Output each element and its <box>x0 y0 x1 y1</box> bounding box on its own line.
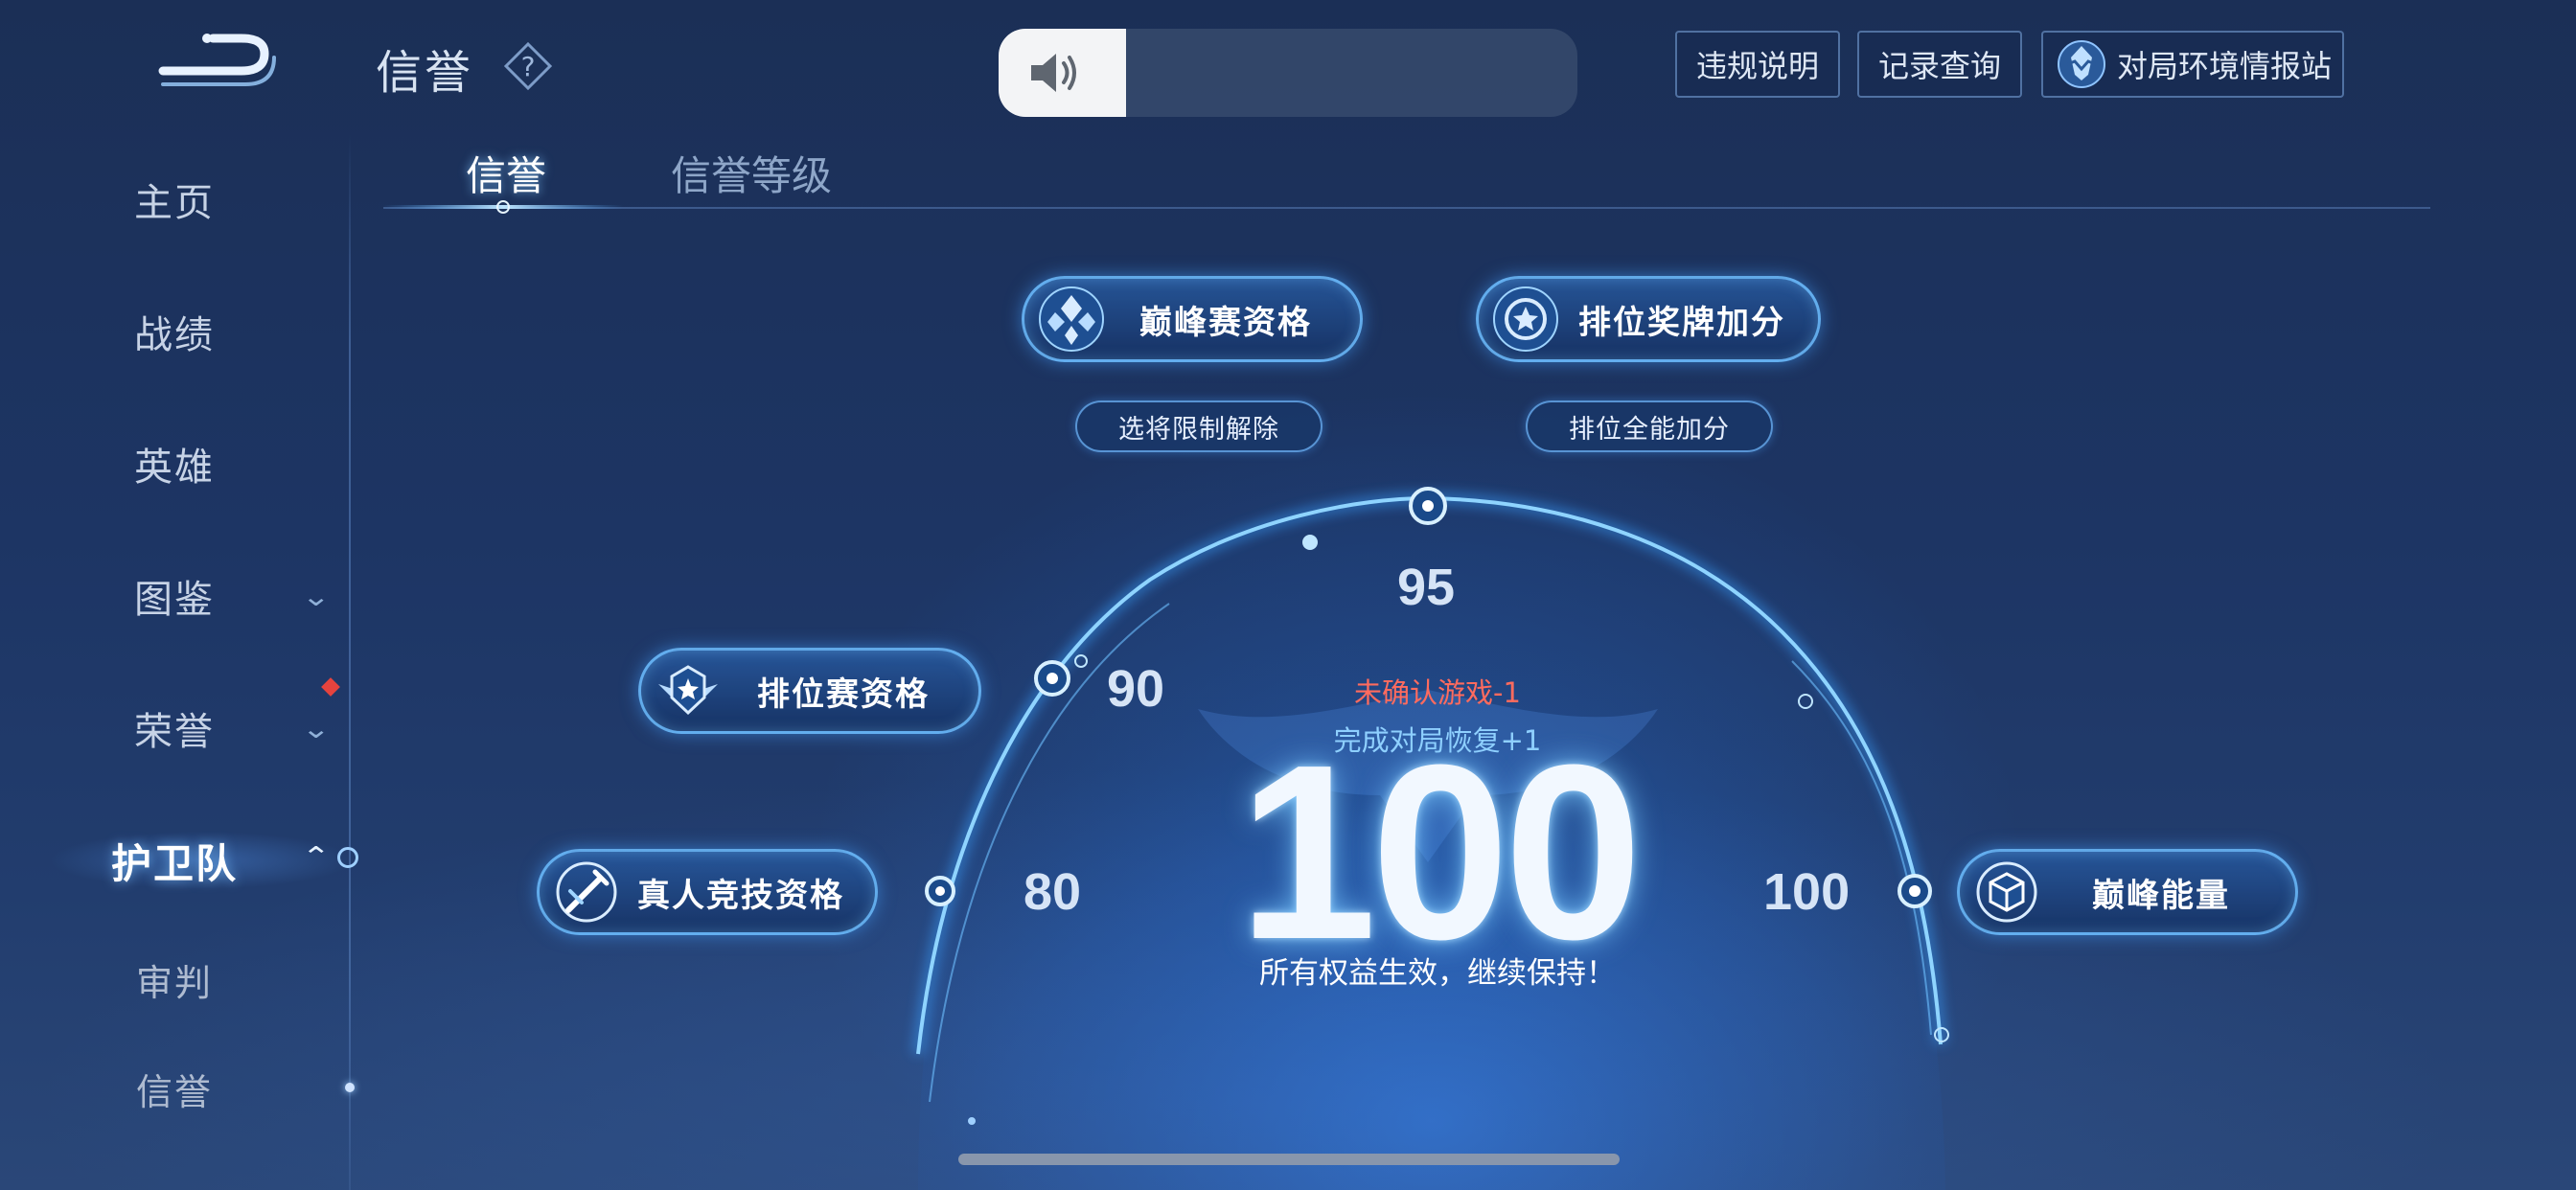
violation-info-label: 违规说明 <box>1695 48 1819 84</box>
sidebar-item-label: 审判 <box>135 961 213 1004</box>
sidebar-item-credit[interactable]: 信誉 <box>0 1050 349 1127</box>
rail-selected-dot <box>345 1083 355 1092</box>
real-player-competition-label: 真人竞技资格 <box>637 876 844 915</box>
sidebar-item-label: 信誉 <box>135 1070 213 1113</box>
ranked-qualification-label: 排位赛资格 <box>757 675 930 714</box>
rail-active-marker <box>337 847 358 868</box>
gauge-marker-95 <box>1409 487 1447 525</box>
gauge-marker-80 <box>925 876 955 906</box>
ranked-allround-bonus-pill[interactable]: 排位全能加分 <box>1526 400 1773 452</box>
star-medal-icon <box>1493 286 1558 352</box>
gauge-label-80: 80 <box>1024 863 1082 921</box>
gauge-label-90: 90 <box>1107 660 1165 718</box>
gauge-marker-100 <box>1898 874 1932 908</box>
sidebar-item-label: 英雄 <box>134 446 215 490</box>
gauge-arc-secondary <box>1791 660 1932 1036</box>
peak-energy-label: 巅峰能量 <box>2092 876 2230 915</box>
gauge-minor-dot <box>1798 694 1813 709</box>
sidebar-item-home[interactable]: 主页 <box>0 161 349 238</box>
sidebar-item-label: 主页 <box>134 181 215 225</box>
environment-station-button[interactable]: 对局环境情报站 <box>2041 31 2344 98</box>
tab-active-indicator <box>383 200 623 214</box>
sidebar: 主页 战绩 英雄 图鉴 ⌄ 荣誉 ⌄ 护卫队 ⌄ 审判 信誉 <box>0 0 358 1190</box>
sidebar-item-codex[interactable]: 图鉴 ⌄ <box>0 558 349 634</box>
pick-limit-removed-pill[interactable]: 选将限制解除 <box>1075 400 1322 452</box>
gauge-minor-dot <box>1074 654 1088 668</box>
penalty-text: 未确认游戏-1 <box>1354 676 1521 709</box>
peak-crest-icon <box>1039 286 1104 352</box>
chevron-down-icon: ⌄ <box>301 712 331 744</box>
question-icon[interactable]: ? <box>502 40 554 92</box>
peak-match-qualification-pill[interactable]: 巅峰赛资格 <box>1022 276 1363 362</box>
sidebar-item-label: 图鉴 <box>134 578 215 622</box>
gauge-label-95: 95 <box>1397 559 1456 616</box>
sidebar-divider <box>349 134 351 1190</box>
winged-star-icon <box>658 665 718 716</box>
credit-score: 100 <box>1238 714 1643 992</box>
violation-info-button[interactable]: 违规说明 <box>1675 31 1840 98</box>
sidebar-item-record[interactable]: 战绩 <box>0 293 349 370</box>
tab-credit[interactable]: 信誉 <box>466 144 546 202</box>
gauge-minor-dot <box>1302 535 1318 550</box>
speaker-icon <box>1031 54 1076 92</box>
record-query-label: 记录查询 <box>1877 48 2001 84</box>
ranked-medal-bonus-pill[interactable]: 排位奖牌加分 <box>1476 276 1821 362</box>
energy-cube-icon <box>1976 861 2037 923</box>
pick-limit-removed-label: 选将限制解除 <box>1118 414 1279 445</box>
gauge-marker-90 <box>1034 660 1070 697</box>
peak-match-qualification-label: 巅峰赛资格 <box>1139 303 1312 342</box>
tab-credit-level[interactable]: 信誉等级 <box>671 144 832 202</box>
sidebar-item-label: 荣誉 <box>134 710 215 754</box>
credit-gauge <box>911 487 1949 1190</box>
peak-energy-pill[interactable]: 巅峰能量 <box>1957 849 2298 935</box>
ranked-medal-bonus-label: 排位奖牌加分 <box>1578 303 1785 342</box>
gauge-minor-dot <box>968 1117 976 1125</box>
svg-text:?: ? <box>521 51 536 82</box>
sidebar-item-guardian[interactable]: 护卫队 ⌄ <box>0 822 349 899</box>
ranked-allround-bonus-label: 排位全能加分 <box>1569 414 1730 445</box>
home-indicator[interactable] <box>958 1154 1620 1165</box>
real-player-competition-pill[interactable]: 真人竞技资格 <box>537 849 878 935</box>
back-arrow-icon[interactable] <box>153 29 278 96</box>
chevron-up-icon: ⌄ <box>301 839 331 871</box>
chevron-down-icon: ⌄ <box>301 580 331 612</box>
gauge-minor-dot <box>1934 1027 1949 1042</box>
sidebar-item-label: 战绩 <box>134 313 215 357</box>
status-text: 所有权益生效，继续保持！ <box>1259 956 1616 991</box>
sword-shield-icon <box>556 861 617 923</box>
sidebar-item-judgement[interactable]: 审判 <box>0 941 349 1018</box>
sidebar-item-label: 护卫队 <box>110 839 238 887</box>
gauge-label-100: 100 <box>1763 863 1851 921</box>
record-query-button[interactable]: 记录查询 <box>1857 31 2022 98</box>
tab-underline <box>383 207 2430 209</box>
emblem-icon <box>2057 40 2105 88</box>
sidebar-item-honor[interactable]: 荣誉 ⌄ <box>0 690 349 767</box>
volume-indicator <box>999 29 1577 117</box>
ranked-qualification-pill[interactable]: 排位赛资格 <box>638 648 981 734</box>
page-title: 信誉 <box>376 46 474 100</box>
sidebar-item-heroes[interactable]: 英雄 <box>0 425 349 502</box>
environment-station-label: 对局环境情报站 <box>2116 48 2332 84</box>
